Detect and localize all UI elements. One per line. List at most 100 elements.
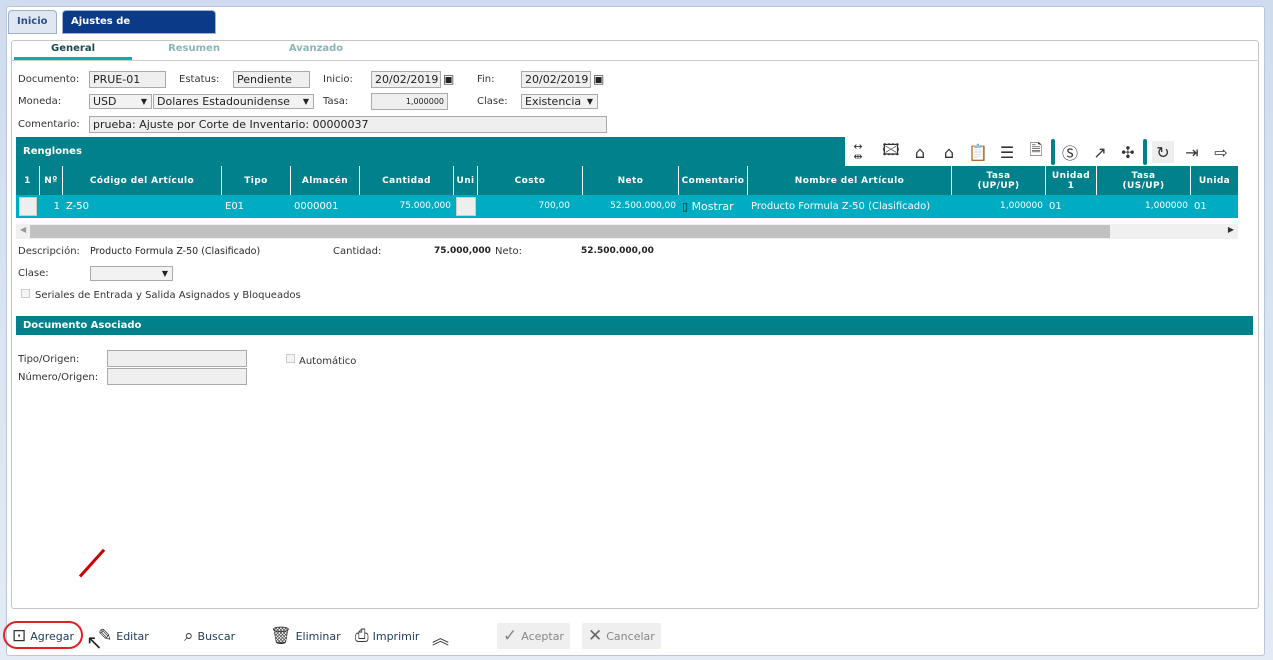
divider — [12, 60, 1258, 61]
cell-unidad2: 01 — [1194, 201, 1207, 212]
cancelar-button[interactable]: ✕ Cancelar — [582, 623, 661, 649]
expand-collapse-icon[interactable]: ↔ ⇹ — [847, 141, 869, 163]
col-header[interactable]: Cantidad — [360, 166, 454, 195]
tipo-origen-field[interactable] — [107, 350, 247, 367]
toolbar-separator — [1051, 139, 1055, 165]
import-icon[interactable]: ⇥ — [1181, 141, 1203, 163]
fin-label: Fin: — [477, 74, 495, 85]
subtab-avanzado[interactable]: Avanzado — [257, 43, 375, 54]
col-header[interactable]: Unida — [1191, 166, 1238, 195]
cell-num: 1 — [53, 201, 60, 212]
cell-tipo[interactable]: E01 — [222, 195, 291, 218]
external-link-icon[interactable]: ↗ — [1089, 141, 1111, 163]
dollar-icon[interactable]: Ⓢ — [1059, 141, 1081, 163]
chevron-down-icon: ▼ — [302, 97, 309, 106]
image-icon[interactable]: 🖾 — [880, 140, 902, 163]
calendar-icon[interactable]: ▣ — [443, 72, 454, 86]
cell-tasa-up: 1,000000 — [1000, 201, 1043, 211]
scroll-right-icon[interactable]: ▶ — [1228, 225, 1234, 234]
col-header[interactable]: Unidad 1 — [1046, 166, 1097, 195]
warehouse-icon[interactable]: ⌂ — [909, 141, 931, 163]
cell-almacen[interactable]: 0000001 — [291, 195, 360, 218]
export-icon[interactable]: ⇨ — [1210, 141, 1232, 163]
cell-neto[interactable]: 52.500.000,00 — [583, 195, 679, 218]
cell-unidad1: 01 — [1049, 201, 1062, 212]
warehouse-icon[interactable]: ⌂ — [938, 141, 960, 163]
col-header[interactable]: Nombre del Artículo — [748, 166, 952, 195]
eliminar-button[interactable]: 🗑 Eliminar — [270, 622, 341, 650]
col-header[interactable]: Nº — [40, 166, 63, 195]
moneda-nombre-select[interactable]: Dolares Estadounidense ▼ — [153, 94, 314, 109]
puzzle-icon[interactable]: ✣ — [1117, 141, 1139, 163]
editar-label: Editar — [116, 629, 149, 643]
cell-costo[interactable]: 700,00 — [478, 195, 573, 218]
editar-button[interactable]: ✎ Editar — [98, 622, 149, 650]
trash-icon: 🗑 — [270, 626, 292, 646]
scrollbar-thumb[interactable] — [30, 225, 1110, 238]
imprimir-button[interactable]: ⎙ Imprimir — [355, 622, 419, 650]
buscar-button[interactable]: ⌕ Buscar — [184, 622, 235, 650]
moneda-value: USD — [93, 95, 117, 108]
cell-unidad[interactable] — [456, 197, 476, 216]
descripcion-label: Descripción: — [18, 246, 80, 257]
documento-field[interactable]: PRUE-01 — [89, 71, 166, 88]
col-header[interactable]: Tasa (US/UP) — [1097, 166, 1191, 195]
cell-codigo[interactable]: Z-50 — [63, 195, 222, 218]
comentario-field[interactable]: prueba: Ajuste por Corte de Inventario: … — [89, 116, 607, 133]
col-header[interactable]: Tipo — [222, 166, 291, 195]
check-icon: ✓ — [503, 626, 518, 646]
automatico-checkbox[interactable] — [286, 354, 295, 363]
col-header[interactable]: Neto — [583, 166, 679, 195]
col-header[interactable]: Uni — [454, 166, 478, 195]
clipboard-check-icon[interactable]: 📋 — [967, 141, 989, 163]
refresh-icon[interactable]: ↻ — [1152, 141, 1174, 163]
inicio-date-field[interactable]: 20/02/2019 — [371, 71, 441, 88]
tab-inicio[interactable]: Inicio — [8, 10, 57, 34]
mostrar-link[interactable]: Mostrar — [692, 200, 734, 213]
cantidad-label: Cantidad: — [333, 246, 382, 257]
list-icon[interactable]: ☰ — [996, 141, 1018, 163]
renglones-header: Renglones — [16, 137, 845, 166]
chevron-down-icon: ▼ — [161, 269, 168, 278]
subtab-resumen[interactable]: Resumen — [135, 43, 253, 54]
cancelar-label: Cancelar — [606, 629, 655, 643]
moneda-select[interactable]: USD ▼ — [89, 94, 152, 109]
col-header[interactable]: Costo — [478, 166, 583, 195]
tasa-field[interactable]: 1,000000 — [371, 93, 448, 110]
col-header[interactable]: Almacén — [291, 166, 360, 195]
clase-select[interactable]: Existencia ▼ — [521, 94, 598, 109]
estatus-label: Estatus: — [179, 74, 220, 85]
comentario-label: Comentario: — [18, 119, 80, 130]
calendar-icon[interactable]: ▣ — [593, 72, 604, 86]
chevron-double-up-icon: ︽ — [432, 628, 449, 649]
documento-asociado-header: Documento Asociado — [16, 316, 1253, 335]
row-checkbox[interactable] — [19, 197, 37, 216]
tipo-origen-label: Tipo/Origen: — [18, 354, 80, 365]
moneda-label: Moneda: — [18, 96, 62, 107]
clase-detail-select[interactable]: ▼ — [90, 266, 173, 281]
estatus-field[interactable]: Pendiente — [233, 71, 310, 88]
imprimir-label: Imprimir — [372, 629, 420, 643]
scroll-left-icon[interactable]: ◀ — [20, 225, 26, 234]
aceptar-button[interactable]: ✓ Aceptar — [497, 623, 570, 649]
clase-label: Clase: — [18, 268, 49, 279]
col-header[interactable]: 1 — [16, 166, 40, 195]
horizontal-scrollbar[interactable]: ◀ ▶ — [16, 224, 1238, 239]
cell-comentario[interactable]: ▯ Mostrar — [679, 195, 748, 218]
col-header[interactable]: Comentario — [679, 166, 748, 195]
tab-ajustes-inventarios[interactable]: Ajustes de Inventarios× — [62, 10, 216, 49]
expand-up-button[interactable]: ︽ — [432, 622, 449, 650]
col-header[interactable]: Tasa (UP/UP) — [952, 166, 1046, 195]
numero-origen-field[interactable] — [107, 368, 247, 385]
subtab-general[interactable]: General — [14, 43, 132, 60]
chevron-down-icon: ▼ — [586, 97, 593, 106]
cell-cantidad[interactable]: 75.000,000 — [360, 195, 454, 218]
seriales-label: Seriales de Entrada y Salida Asignados y… — [35, 290, 301, 301]
clase-label: Clase: — [477, 96, 508, 107]
eliminar-label: Eliminar — [295, 629, 341, 643]
document-add-icon[interactable]: 🗎 — [1025, 140, 1047, 163]
printer-icon: ⎙ — [355, 626, 369, 646]
fin-date-field[interactable]: 20/02/2019 — [521, 71, 591, 88]
col-header[interactable]: Código del Artículo — [63, 166, 222, 195]
seriales-checkbox[interactable] — [21, 289, 30, 298]
